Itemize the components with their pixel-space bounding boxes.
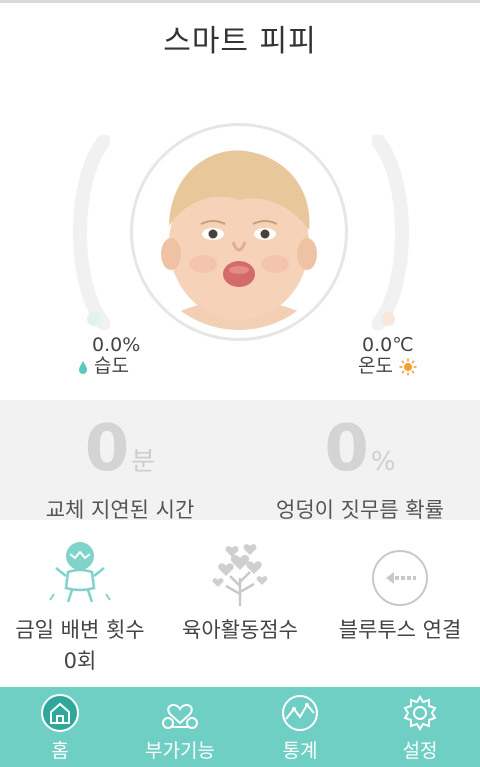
nav-home[interactable]: 홈 (0, 687, 120, 767)
care-score-button[interactable]: 육아활동점수 (160, 520, 320, 687)
water-drop-icon (79, 360, 87, 374)
crying-baby-icon (49, 542, 111, 603)
humidity-label: 습도 (94, 355, 130, 377)
heart-tree-icon (212, 544, 268, 606)
temperature-gauge (372, 135, 409, 330)
baby-face-image (141, 134, 337, 330)
bluetooth-connect-icon (372, 550, 428, 606)
page-title: 스마트 피피 (163, 24, 317, 59)
feature-menu: 금일 배변 횟수 0회 육아활동점수 블루투스 연결 (0, 520, 480, 687)
baby-profile-photo[interactable] (130, 123, 348, 341)
nav-extra-features[interactable]: 부가기능 (120, 687, 240, 767)
humidity-value: 0.0% (92, 334, 141, 356)
nav-extra-features-label: 부가기능 (145, 740, 215, 762)
excretion-count-label: 금일 배변 횟수 (15, 618, 145, 642)
nav-home-label: 홈 (51, 740, 69, 762)
bottom-navigation: 홈 부가기능 통계 설정 (0, 687, 480, 767)
temperature-label-row: 온도 (358, 356, 417, 377)
delay-time-number: 0 (84, 412, 130, 486)
excretion-count-button[interactable]: 금일 배변 횟수 0회 (0, 520, 160, 687)
settings-icon (403, 695, 437, 731)
nav-statistics[interactable]: 통계 (240, 687, 360, 767)
extra-features-icon (162, 703, 198, 729)
baby-status-panel: 0.0% 습도 0.0℃ 온도 (0, 75, 480, 400)
bluetooth-connect-label: 블루투스 연결 (338, 618, 462, 642)
nav-settings[interactable]: 설정 (360, 687, 480, 767)
temperature-value: 0.0℃ (362, 334, 414, 356)
rash-probability-unit: % (370, 447, 396, 477)
delay-time-unit: 분 (131, 447, 156, 477)
nav-settings-label: 설정 (402, 740, 438, 762)
humidity-gauge (73, 135, 110, 330)
humidity-label-row: 습도 (78, 356, 129, 377)
excretion-count-value: 0회 (63, 649, 97, 673)
diaper-stats-panel: 0분 교체 지연된 시간 0% 엉덩이 짓무름 확률 (0, 400, 480, 522)
rash-probability-number: 0 (324, 412, 369, 486)
status-strip (0, 0, 480, 3)
bluetooth-connect-button[interactable]: 블루투스 연결 (320, 520, 480, 687)
home-icon (41, 694, 79, 732)
nav-statistics-label: 통계 (282, 740, 318, 762)
temperature-label: 온도 (358, 355, 393, 377)
care-score-label: 육아활동점수 (182, 618, 298, 642)
sun-icon (399, 358, 417, 375)
statistics-icon (282, 695, 318, 731)
